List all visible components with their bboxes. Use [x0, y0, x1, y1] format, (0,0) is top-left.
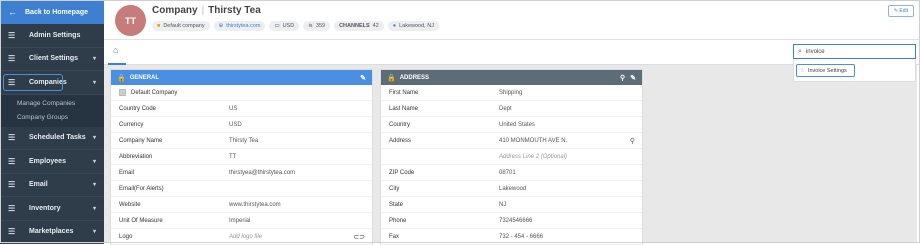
table-row: Email(For Alerts) [111, 181, 372, 197]
sidebar-item-scheduled-tasks[interactable]: ☰ Scheduled Tasks ▾ [0, 127, 104, 150]
table-row: Country United States [381, 117, 642, 133]
sliders-icon: ☰ [8, 227, 16, 237]
table-row: Unit Of Measure Imperial [111, 213, 372, 229]
sidebar-item-label: Email [29, 181, 48, 189]
pencil-icon[interactable]: ✎ [360, 74, 366, 82]
home-icon[interactable]: ⌂ [113, 45, 118, 55]
sidebar-item-label: Marketplaces [29, 228, 74, 236]
sidebar-item-email[interactable]: ☰ Email ▾ [0, 174, 104, 197]
sliders-icon: ☰ [8, 54, 16, 64]
lock-icon: 🔒 [387, 74, 396, 82]
lock-icon: 🔒 [117, 74, 126, 82]
companies-submenu: Manage Companies Company Groups [0, 94, 104, 127]
chevron-down-icon: ▾ [92, 56, 96, 63]
back-to-homepage-button[interactable]: ← Back to Homepage [0, 0, 104, 24]
map-pin-icon: ● [392, 23, 397, 29]
sliders-icon: ☰ [8, 133, 16, 143]
table-row: Email thirstyea@thirstytea.com [111, 165, 372, 181]
table-row: Currency USD [111, 117, 372, 133]
table-row: Phone 7324546666 [381, 213, 642, 229]
back-label: Back to Homepage [25, 8, 89, 16]
star-icon: ■ [157, 23, 161, 29]
table-row: ZIP Code 08701 [381, 165, 642, 181]
default-company-label: Default Company [131, 89, 178, 96]
avatar: TT [115, 5, 146, 36]
sliders-icon: ☰ [8, 30, 16, 40]
company-name: Thirsty Tea [208, 5, 261, 16]
default-company-row: Default Company [111, 85, 372, 101]
sidebar-item-employees[interactable]: ☰ Employees ▾ [0, 150, 104, 174]
table-row: Company Name Thirsty Tea [111, 133, 372, 149]
search-value: invoice [805, 48, 825, 55]
money-icon: ▭ [274, 23, 280, 29]
sidebar-item-inventory[interactable]: ☰ Inventory ▾ [0, 197, 104, 221]
card-title: ADDRESS [399, 74, 430, 81]
table-row: Last Name Dept [381, 101, 642, 117]
search-icon: ⌕ [798, 47, 802, 55]
star-icon: ☆ [800, 67, 805, 74]
general-card-header: 🔒 GENERAL ✎ [111, 70, 372, 85]
link-icon[interactable]: ⊂⊃ [353, 233, 365, 241]
search-input[interactable]: ⌕ invoice [793, 44, 916, 59]
sidebar-item-label: Inventory [29, 204, 61, 212]
chevron-down-icon: ▾ [92, 205, 96, 212]
sidebar-subitem-manage-companies[interactable]: Manage Companies [0, 97, 104, 111]
currency-chip: ▭ USD [269, 21, 300, 31]
page-title: Company | Thirsty Tea [152, 5, 261, 16]
sidebar-item-marketplaces[interactable]: ☰ Marketplaces ▾ [0, 221, 104, 244]
chevron-down-icon: ▾ [92, 229, 96, 236]
sidebar-item-companies[interactable]: ☰ Companies ▾ [0, 71, 104, 95]
edit-button[interactable]: ✎ Edit [887, 5, 914, 17]
general-card: 🔒 GENERAL ✎ Default Company Country Code… [110, 69, 373, 245]
logo-file-input[interactable]: Add logo file [229, 234, 262, 240]
sidebar-item-label: Client Settings [29, 55, 79, 63]
table-row: Address 410 MONMOUTH AVE N. ⚲ [381, 133, 642, 149]
main-content: 🔒 GENERAL ✎ Default Company Country Code… [104, 65, 917, 245]
chevron-down-icon: ▾ [92, 79, 96, 86]
sidebar-item-admin-settings[interactable]: ☰ Admin Settings [0, 24, 104, 48]
company-header: TT Company | Thirsty Tea ■ Default company … [104, 0, 920, 40]
sliders-icon: ☰ [8, 156, 16, 166]
address-card-header: 🔒 ADDRESS ⚲ ✎ [381, 70, 642, 85]
card-title: GENERAL [129, 74, 160, 81]
table-row: Address Line 2 (Optional) [381, 149, 642, 165]
globe-icon: ⊕ [218, 23, 224, 29]
map-pin-icon[interactable]: ⚲ [630, 137, 635, 145]
table-row: Website www.thirstytea.com [111, 197, 372, 213]
pencil-icon[interactable]: ✎ [630, 74, 636, 82]
table-row: State NJ [381, 197, 642, 213]
chevron-down-icon: ▾ [92, 182, 96, 189]
search-result-item[interactable]: ☆ Invoice Settings [796, 64, 855, 77]
search-results-dropdown: ☆ Invoice Settings [793, 60, 916, 82]
table-row: First Name Shipping [381, 85, 642, 101]
table-row: Country Code US [111, 101, 372, 117]
sliders-icon: ☰ [8, 203, 16, 213]
count-chip: ≋ 359 [303, 21, 331, 31]
entity-type: Company [152, 5, 198, 16]
sidebar-item-client-settings[interactable]: ☰ Client Settings ▾ [0, 48, 104, 71]
address-line-2-input[interactable]: Address Line 2 (Optional) [499, 154, 567, 160]
sidebar: ← Back to Homepage ☰ Admin Settings ☰ Cl… [0, 0, 104, 244]
chevron-down-icon: ▾ [92, 135, 96, 142]
sliders-icon: ☰ [8, 180, 16, 190]
chevron-down-icon: ▾ [92, 158, 96, 165]
table-row: City Lakewood [381, 181, 642, 197]
info-chips: ■ Default company ⊕ thirstytea.com ▭ USD ≋ 3… [152, 21, 439, 31]
map-pin-icon[interactable]: ⚲ [620, 74, 625, 82]
channels-chip: CHANNELS 42 [334, 21, 384, 31]
website-chip[interactable]: ⊕ thirstytea.com [213, 21, 266, 31]
sidebar-item-label: Scheduled Tasks [29, 134, 86, 142]
arrow-left-icon: ← [8, 7, 17, 17]
default-company-chip: ■ Default company [152, 21, 210, 31]
location-chip: ● Lakewood, NJ [387, 21, 439, 31]
highlight-box [3, 74, 63, 91]
table-row: Abbreviation TT [111, 149, 372, 165]
sidebar-item-label: Employees [29, 157, 66, 165]
stack-icon: ≋ [308, 23, 313, 29]
sidebar-item-label: Admin Settings [29, 31, 81, 39]
address-card: 🔒 ADDRESS ⚲ ✎ First Name Shipping Last Nam… [380, 69, 643, 245]
sidebar-subitem-company-groups[interactable]: Company Groups [0, 111, 104, 125]
default-company-checkbox[interactable] [119, 89, 126, 96]
